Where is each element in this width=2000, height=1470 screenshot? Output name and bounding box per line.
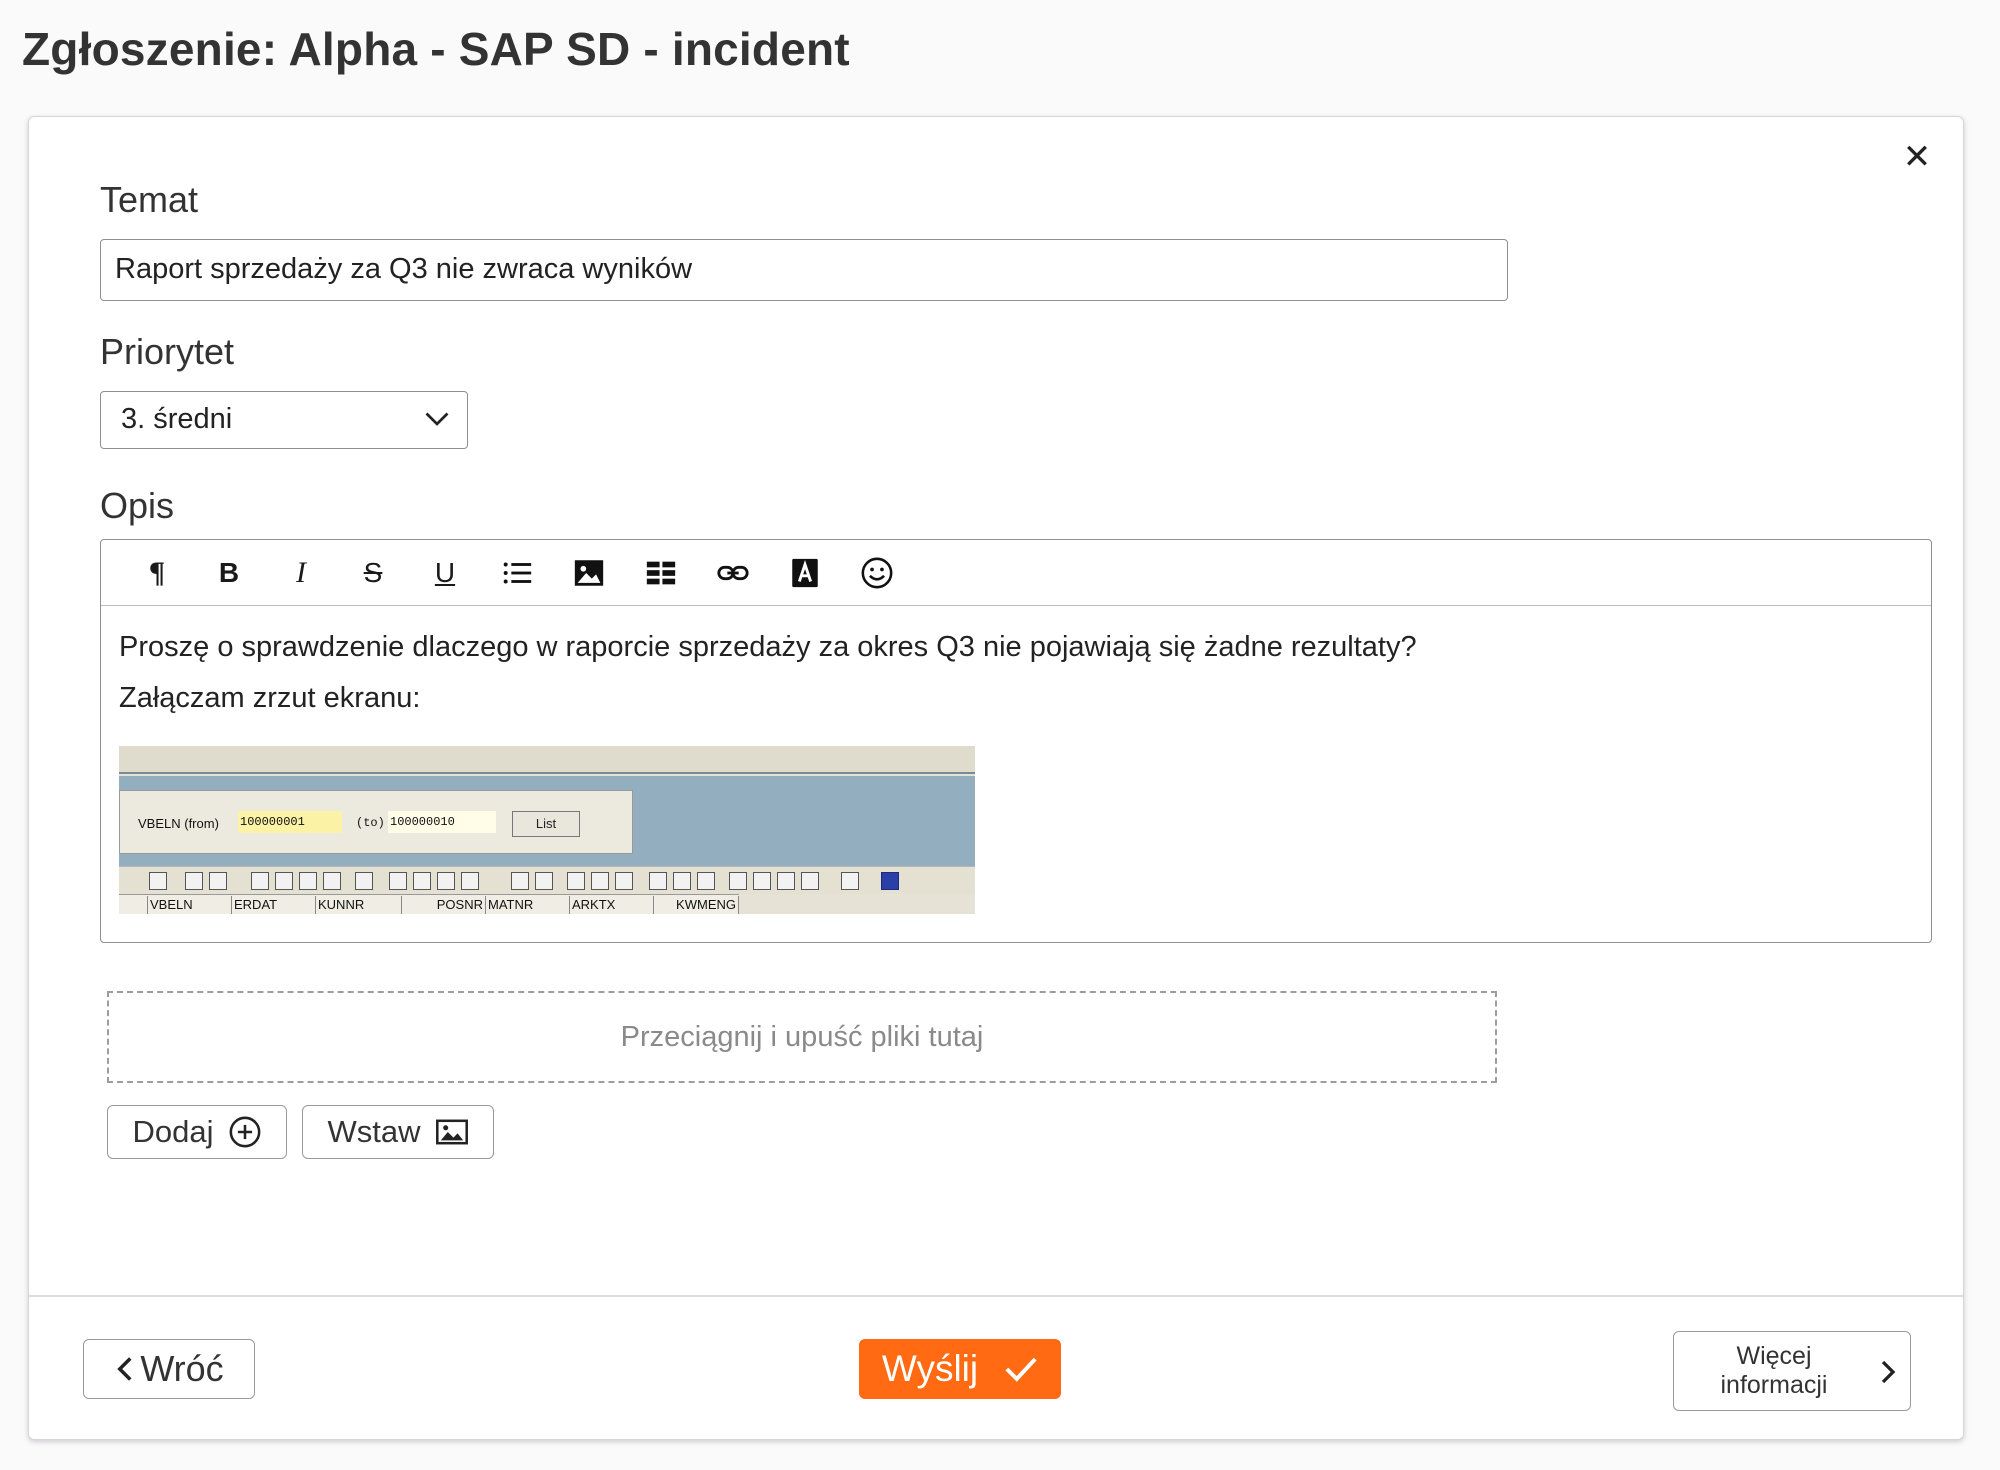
checkmark-icon (1005, 1357, 1037, 1382)
editor-toolbar: ¶ B I S U (101, 540, 1931, 606)
list-icon[interactable] (495, 552, 539, 594)
chevron-right-icon (1881, 1360, 1896, 1384)
sap-toolbar-icon (729, 872, 747, 890)
close-icon[interactable]: ✕ (1895, 135, 1939, 179)
submit-button-label: Wyślij (881, 1348, 979, 1389)
sap-info-icon (881, 872, 899, 890)
sap-selection-panel: VBELN (from) 100000001 (to) 100000010 Li… (119, 790, 633, 854)
strikethrough-icon[interactable]: S (351, 552, 395, 594)
sap-column: MATNR (485, 896, 569, 914)
text-color-icon[interactable] (783, 552, 827, 594)
image-icon (435, 1119, 468, 1145)
sap-column: ERDAT (231, 896, 315, 914)
priority-selected-value: 3. średni (121, 403, 233, 435)
sap-toolbar-icon (697, 872, 715, 890)
sap-list-button: List (512, 811, 580, 837)
sap-column: KWMENG (653, 896, 739, 914)
back-button-label: Wróć (140, 1348, 224, 1389)
emoji-icon[interactable] (855, 552, 899, 594)
sap-toolbar-icon (437, 872, 455, 890)
sap-from-label: VBELN (from) (138, 816, 219, 831)
chevron-down-icon (425, 412, 449, 426)
sap-toolbar-icon (511, 872, 529, 890)
sap-toolbar-icon (209, 872, 227, 890)
sap-column: KUNNR (315, 896, 401, 914)
file-dropzone[interactable]: Przeciągnij i upuść pliki tutaj (107, 991, 1497, 1083)
more-info-button[interactable]: Więcej informacji (1673, 1331, 1911, 1411)
sap-toolbar-icon (149, 872, 167, 890)
bold-icon[interactable]: B (207, 552, 251, 594)
add-file-button[interactable]: Dodaj (107, 1105, 287, 1159)
attached-screenshot[interactable]: VBELN (from) 100000001 (to) 100000010 Li… (119, 746, 975, 914)
more-info-line: informacji (1720, 1371, 1828, 1399)
priority-label: Priorytet (100, 331, 235, 372)
description-label: Opis (100, 485, 175, 526)
more-info-label: Więcej informacji (1674, 1342, 1874, 1400)
sap-icon-toolbar (119, 866, 975, 894)
italic-icon[interactable]: I (279, 552, 323, 594)
sap-toolbar-icon (299, 872, 317, 890)
paragraph-icon[interactable]: ¶ (135, 552, 179, 594)
description-line: Proszę o sprawdzenie dlaczego w raporcie… (119, 631, 1417, 663)
sap-titlebar (119, 746, 975, 774)
ticket-form-card: ✕ Temat Raport sprzedaży za Q3 nie zwrac… (28, 116, 1964, 1440)
sap-toolbar-icon (461, 872, 479, 890)
editor-content[interactable]: Proszę o sprawdzenie dlaczego w raporcie… (119, 622, 1913, 914)
more-info-line: Więcej (1736, 1342, 1812, 1370)
sap-column: ARKTX (569, 896, 653, 914)
sap-toolbar-icon (389, 872, 407, 890)
sap-toolbar-icon (251, 872, 269, 890)
priority-select[interactable]: 3. średni (100, 391, 468, 449)
sap-toolbar-icon (275, 872, 293, 890)
table-icon[interactable] (639, 552, 683, 594)
image-icon[interactable] (567, 552, 611, 594)
underline-icon[interactable]: U (423, 552, 467, 594)
sap-column: POSNR (401, 896, 485, 914)
sap-toolbar-icon (323, 872, 341, 890)
sap-column: VBELN (147, 896, 231, 914)
sap-toolbar-icon (413, 872, 431, 890)
link-icon[interactable] (711, 552, 755, 594)
sap-toolbar-icon (355, 872, 373, 890)
sap-from-field: 100000001 (238, 811, 342, 833)
plus-circle-icon (229, 1116, 260, 1148)
sap-toolbar-icon (615, 872, 633, 890)
sap-toolbar-icon (567, 872, 585, 890)
footer-divider (29, 1295, 1963, 1297)
sap-toolbar-icon (801, 872, 819, 890)
sap-toolbar-icon (777, 872, 795, 890)
description-line: Załączam zrzut ekranu: (119, 682, 421, 714)
subject-input[interactable]: Raport sprzedaży za Q3 nie zwraca wynikó… (100, 239, 1508, 301)
sap-toolbar-icon (753, 872, 771, 890)
sap-column-header: VBELN ERDAT KUNNR POSNR MATNR ARKTX KWME… (119, 894, 739, 914)
sap-toolbar-icon (649, 872, 667, 890)
sap-toolbar-icon (591, 872, 609, 890)
sap-to-field: 100000010 (388, 811, 496, 833)
sap-toolbar-icon (535, 872, 553, 890)
add-file-label: Dodaj (132, 1114, 214, 1149)
back-button[interactable]: Wróć (83, 1339, 255, 1399)
sap-toolbar-icon (185, 872, 203, 890)
chevron-left-icon (117, 1357, 132, 1381)
page-title: Zgłoszenie: Alpha - SAP SD - incident (22, 23, 850, 75)
description-editor[interactable]: ¶ B I S U Proszę o sprawdzenie dlaczego … (100, 539, 1932, 943)
submit-button[interactable]: Wyślij (859, 1339, 1061, 1399)
sap-toolbar-icon (841, 872, 859, 890)
insert-image-button[interactable]: Wstaw (302, 1105, 494, 1159)
subject-label: Temat (100, 179, 199, 220)
sap-toolbar-icon (673, 872, 691, 890)
insert-image-label: Wstaw (327, 1114, 421, 1149)
sap-to-label: (to) (356, 816, 385, 830)
